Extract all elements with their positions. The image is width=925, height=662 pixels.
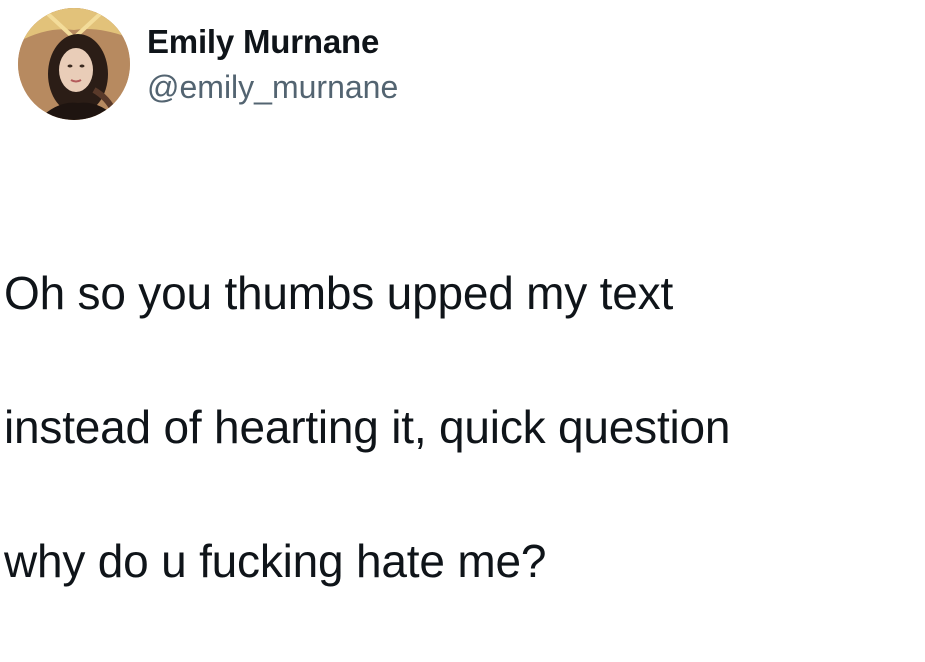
tweet-text-line: instead of hearting it, quick question: [4, 401, 731, 453]
tweet-text-line: Oh so you thumbs upped my text: [4, 267, 674, 319]
tweet-card: Emily Murnane @emily_murnane Oh so you t…: [0, 0, 925, 587]
tweet-text: Oh so you thumbs upped my text instead o…: [4, 193, 919, 662]
profile-photo-icon: [18, 8, 130, 120]
handle[interactable]: @emily_murnane: [147, 68, 398, 106]
tweet-text-line: why do u fucking hate me?: [4, 535, 547, 587]
display-name[interactable]: Emily Murnane: [147, 22, 398, 62]
avatar[interactable]: [18, 8, 130, 120]
tweet-header: Emily Murnane @emily_murnane: [0, 0, 925, 140]
author-info: Emily Murnane @emily_murnane: [147, 22, 398, 106]
